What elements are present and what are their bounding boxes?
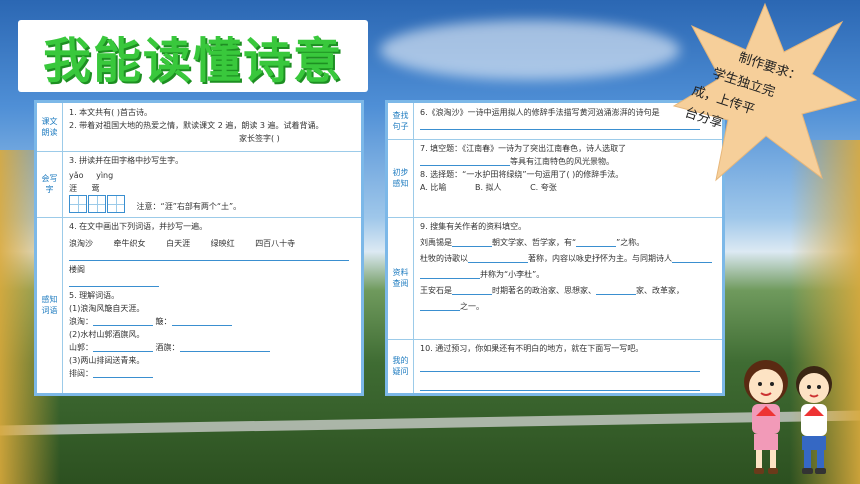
term-label: 山郭： xyxy=(69,343,93,352)
term-label: 排闼： xyxy=(69,369,93,378)
word-1: 浪淘沙 xyxy=(69,239,93,248)
section-research: 资料查阅 9. 搜集有关作者的资料填空。 刘禹锡是 朝文学家、哲学家，有“ ”之称。… xyxy=(388,217,722,340)
parent-signature: 家长签字( ) xyxy=(239,134,280,143)
fill-text: 朝文学家、哲学家，有“ xyxy=(492,238,577,247)
section-label: 我的疑问 xyxy=(388,339,414,393)
term-label: 簸： xyxy=(155,317,172,326)
fill-text: ”之称。 xyxy=(616,238,645,247)
section-reading: 课文朗读 1. 本文共有( )首古诗。 2. 带着对祖国大地的热爱之情，默读课文… xyxy=(37,103,361,152)
answer-blank[interactable] xyxy=(576,238,617,247)
word-5: 四百八十寺 xyxy=(255,239,296,248)
section-label: 资料查阅 xyxy=(388,217,414,339)
item-3: (3)两山排闼送青来。 xyxy=(69,356,145,365)
writing-grid[interactable] xyxy=(69,195,126,217)
answer-blank[interactable] xyxy=(452,238,492,247)
page-title: 我能读懂诗意 xyxy=(42,33,343,89)
copy-line[interactable] xyxy=(69,252,349,261)
section-words: 感知词语 4. 在文中画出下列词语，并抄写一遍。 浪淘沙 牵牛织女 白天涯 绿映… xyxy=(37,217,361,393)
section-writing: 会写字 3. 拼读并在田字格中抄写生字。 yǎo yìng 涯 莺 注意：“涯”… xyxy=(37,151,361,218)
question-3: 3. 拼读并在田字格中抄写生字。 xyxy=(69,156,184,165)
fill-text: 王安石是 xyxy=(420,286,452,295)
answer-blank[interactable] xyxy=(93,343,153,352)
item-1: (1)浪淘风簸自天涯。 xyxy=(69,304,145,313)
question-2: 2. 带着对祖国大地的热爱之情，默读课文 2 遍，朗读 3 遍。试着背诵。 xyxy=(69,121,324,130)
fill-text: 之一。 xyxy=(460,302,484,311)
fill-text: 家、改革家， xyxy=(636,286,684,295)
word-2: 牵牛织女 xyxy=(113,239,146,248)
option-b[interactable]: B. 拟人 xyxy=(475,183,502,192)
term-label: 酒旗： xyxy=(155,343,180,352)
option-a[interactable]: A. 比喻 xyxy=(420,183,446,192)
answer-blank[interactable] xyxy=(468,254,528,263)
answer-blank[interactable] xyxy=(420,121,700,130)
section-label: 感知词语 xyxy=(37,217,63,393)
section-label: 初步感知 xyxy=(388,139,414,217)
copy-line[interactable] xyxy=(69,278,159,287)
fill-text: 刘禹锡是 xyxy=(420,238,452,247)
answer-blank[interactable] xyxy=(596,286,636,295)
char-2: 莺 xyxy=(91,184,100,193)
answer-blank[interactable] xyxy=(672,254,712,263)
question-9: 9. 搜集有关作者的资料填空。 xyxy=(420,222,527,231)
worksheet-left: 课文朗读 1. 本文共有( )首古诗。 2. 带着对祖国大地的热爱之情，默读课文… xyxy=(34,100,364,396)
fill-text: 并称为“小李杜”。 xyxy=(480,270,545,279)
answer-blank[interactable] xyxy=(93,369,153,378)
pinyin-2: yìng xyxy=(96,171,114,180)
cartoon-students xyxy=(744,360,832,474)
section-questions: 我的疑问 10. 通过预习，你如果还有不明白的地方，就在下面写一写吧。 xyxy=(388,339,722,393)
option-c[interactable]: C. 夸张 xyxy=(530,183,557,192)
term-label: 浪淘： xyxy=(69,317,93,326)
pinyin-1: yǎo xyxy=(69,171,84,180)
question-10: 10. 通过预习，你如果还有不明白的地方，就在下面写一写吧。 xyxy=(420,344,644,353)
fill-text: 杜牧的诗歌以 xyxy=(420,254,468,263)
question-7-tail: 等具有江南特色的风光景物。 xyxy=(510,157,614,166)
answer-blank[interactable] xyxy=(420,382,700,391)
title-banner: 我能读懂诗意 xyxy=(18,20,368,92)
answer-blank[interactable] xyxy=(179,343,270,352)
answer-blank[interactable] xyxy=(420,157,510,166)
answer-blank[interactable] xyxy=(420,270,480,279)
fill-text: 时期著名的政治家、思想家、 xyxy=(492,286,596,295)
word-4: 绿映红 xyxy=(210,239,235,248)
answer-blank[interactable] xyxy=(420,363,700,372)
word-6: 楼阁 xyxy=(69,265,85,274)
section-label: 会写字 xyxy=(37,151,63,217)
question-1: 1. 本文共有( )首古诗。 xyxy=(69,108,152,117)
item-2: (2)水村山郭酒旗风。 xyxy=(69,330,145,339)
word-3: 白天涯 xyxy=(166,239,191,248)
answer-blank[interactable] xyxy=(171,317,232,326)
question-5: 5. 理解词语。 xyxy=(69,291,120,300)
writing-note: 注意：“涯”右部有两个“土”。 xyxy=(136,201,242,211)
question-4: 4. 在文中画出下列词语，并抄写一遍。 xyxy=(69,222,208,231)
section-label: 查找句子 xyxy=(388,103,414,139)
answer-blank[interactable] xyxy=(420,302,460,311)
section-label: 课文朗读 xyxy=(37,103,63,151)
answer-blank[interactable] xyxy=(452,286,492,295)
answer-blank[interactable] xyxy=(93,317,153,326)
fill-text: 著称，内容以咏史抒怀为主。与同期诗人 xyxy=(528,254,672,263)
char-1: 涯 xyxy=(69,184,77,193)
